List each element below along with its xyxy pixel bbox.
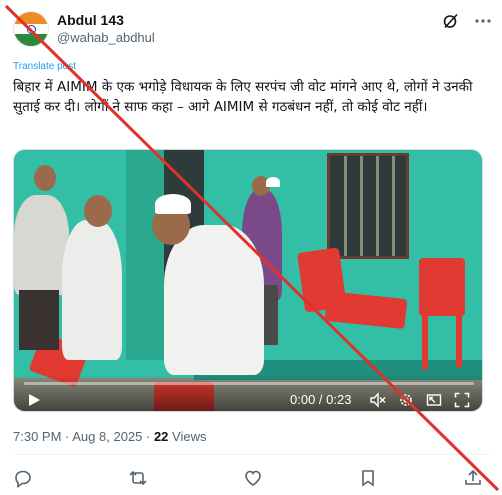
video-time-display: 0:00 / 0:23 (290, 392, 352, 407)
video-white-cap (155, 194, 191, 214)
video-red-chair (419, 258, 465, 316)
share-icon[interactable] (463, 468, 483, 488)
video-progress-bar[interactable] (24, 382, 474, 385)
post-meta: 7:30 PM · Aug 8, 2025 · 22 Views (13, 429, 206, 445)
like-icon[interactable] (243, 468, 263, 488)
mute-icon[interactable] (370, 392, 386, 408)
avatar-flag-stripe-top (14, 12, 48, 24)
author-display-name[interactable]: Abdul 143 (57, 12, 124, 28)
meta-separator: · (61, 429, 73, 444)
repost-icon[interactable] (128, 468, 148, 488)
divider (13, 454, 489, 455)
video-pillar (126, 150, 164, 360)
fullscreen-icon[interactable] (454, 392, 470, 408)
video-white-cap (266, 177, 280, 187)
video-person-left (14, 195, 69, 295)
grok-icon[interactable] (442, 12, 460, 30)
video-person-head (34, 165, 56, 191)
translate-post-link[interactable]: Translate post (13, 61, 76, 73)
video-chair-leg (422, 310, 428, 370)
video-person-center (62, 220, 122, 360)
video-window (327, 153, 409, 259)
reply-icon[interactable] (13, 468, 33, 488)
avatar-flag-wheel (26, 24, 36, 34)
post-time[interactable]: 7:30 PM (13, 429, 61, 444)
avatar[interactable] (13, 11, 49, 47)
video-person-foreground (164, 225, 264, 375)
pip-icon[interactable] (426, 392, 442, 408)
video-chair-leg (456, 310, 462, 368)
video-person-legs (19, 290, 59, 350)
play-icon[interactable] (26, 392, 42, 408)
views-count: 22 (153, 429, 169, 444)
tweet-text: बिहार में AIMIM के एक भगोड़े विधायक के ल… (13, 79, 473, 115)
video-player[interactable]: 0:00 / 0:23 (13, 149, 483, 412)
bookmark-icon[interactable] (358, 468, 378, 488)
avatar-flag-stripe-bottom (14, 34, 48, 46)
post-date[interactable]: Aug 8, 2025 (72, 429, 142, 444)
video-person-head (84, 195, 112, 227)
post-header: Abdul 143 @wahab_abdhul (0, 0, 502, 56)
video-controls: 0:00 / 0:23 (14, 375, 482, 411)
more-icon[interactable] (474, 12, 492, 30)
meta-separator: · (142, 429, 154, 444)
author-handle[interactable]: @wahab_abdhul (57, 30, 155, 46)
views-label: Views (168, 429, 207, 444)
settings-icon[interactable] (398, 392, 414, 408)
